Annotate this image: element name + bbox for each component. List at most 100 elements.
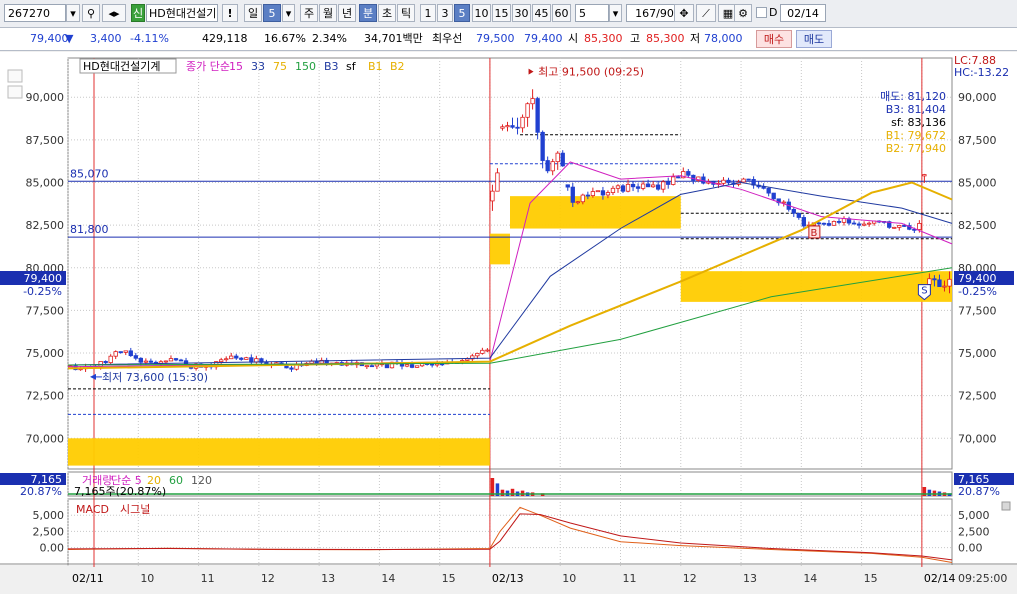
candle-body (143, 360, 149, 363)
candle-body (686, 171, 691, 176)
draw-icon[interactable]: ⟋ (696, 4, 716, 22)
volume-bar (510, 488, 515, 496)
quote-bar: 79,400 ▼ 3,400 -4.11% 429,118 16.67% 2.3… (0, 28, 1017, 51)
stock-name-field[interactable]: HD현대건설기 (146, 4, 218, 22)
search-icon[interactable]: ⚲ (82, 4, 100, 22)
period-dropdown-icon[interactable]: ▾ (282, 4, 295, 22)
quote-low: 78,000 (704, 32, 743, 45)
candle-body (133, 355, 138, 359)
candle-body (615, 185, 621, 189)
candle-body (635, 186, 641, 189)
candle-body (404, 364, 410, 367)
legend-item-5: B3 (324, 60, 339, 73)
candle-body (510, 125, 515, 128)
candle-body (540, 131, 545, 161)
x-tick-label: 15 (864, 572, 878, 585)
candle-body (475, 352, 480, 357)
candle-body (942, 285, 947, 288)
candle-body (656, 184, 661, 190)
period-day[interactable]: 일 (244, 4, 262, 22)
min-3[interactable]: 3 (437, 4, 453, 22)
sell-button[interactable]: 매도 (796, 30, 832, 48)
macd-tick-right: 5,000 (958, 509, 990, 522)
chart-svg[interactable]: 90,000 90,000 87,500 87,500 85,000 85,000 82,5… (0, 52, 1017, 591)
date-input[interactable]: 02/14 (780, 4, 826, 22)
volume-pct-right: 20.87% (958, 485, 1000, 498)
quote-change-pct: -4.11% (130, 32, 169, 45)
min-15[interactable]: 15 (492, 4, 511, 22)
min-60[interactable]: 60 (552, 4, 571, 22)
x-tick-label: 13 (321, 572, 335, 585)
candle-body (173, 358, 179, 361)
current-price-right: 79,400 (958, 272, 997, 285)
legend-item-0: 종가 단순 (186, 60, 230, 73)
sell-value: 매도: 81,120 (880, 90, 946, 103)
alert-button[interactable]: ! (222, 4, 238, 22)
y-tick-right: 90,000 (958, 91, 997, 104)
min-10[interactable]: 10 (472, 4, 491, 22)
min-5[interactable]: 5 (454, 4, 470, 22)
prev-next-icon[interactable]: ◂▸ (102, 4, 126, 22)
min-30[interactable]: 30 (512, 4, 531, 22)
y-tick-right: 75,000 (958, 347, 997, 360)
volume-bar (500, 489, 505, 496)
candle-body (224, 358, 229, 361)
cloud-band-3 (680, 271, 952, 302)
period-year[interactable]: 년 (338, 4, 356, 22)
candle-body (550, 161, 555, 172)
quote-change: 3,400 (90, 32, 122, 45)
quote-other-pct: 2.34% (312, 32, 347, 45)
candle-body (369, 365, 375, 368)
period-tick[interactable]: 틱 (397, 4, 415, 22)
candle-body (364, 365, 370, 368)
chart-area[interactable]: 90,000 90,000 87,500 87,500 85,000 85,000 82,5… (0, 52, 1017, 591)
macd-legend-macd: MACD (76, 503, 109, 516)
candle-body (580, 194, 585, 203)
y-tick-right: 77,500 (958, 304, 997, 317)
min-1[interactable]: 1 (420, 4, 436, 22)
legend-item-2: 33 (251, 60, 265, 73)
min-45[interactable]: 45 (532, 4, 551, 22)
level-label-0: 85,070 (70, 167, 109, 180)
cloud-band-0 (68, 438, 490, 466)
period-month[interactable]: 월 (319, 4, 337, 22)
count-input[interactable]: 5 (575, 4, 609, 22)
candle-body (505, 125, 510, 128)
buy-button[interactable]: 매수 (756, 30, 792, 48)
y-tick-right: 82,500 (958, 219, 997, 232)
code-dropdown-icon[interactable]: ▾ (66, 4, 80, 22)
volume-legend-4: 120 (191, 474, 212, 487)
macd-panel (67, 498, 953, 568)
period-week[interactable]: 주 (300, 4, 318, 22)
macd-tick-right: 2,500 (958, 525, 990, 538)
high-annotation: 최고 91,500 (09:25) (538, 66, 644, 79)
period-5[interactable]: 5 (263, 4, 281, 22)
candle-body (168, 358, 174, 362)
period-minute[interactable]: 분 (359, 4, 377, 22)
indicator-icon[interactable]: ✥ (674, 4, 694, 22)
count-dropdown-icon[interactable]: ▾ (609, 4, 622, 22)
date-checkbox[interactable] (756, 7, 767, 18)
sf-value: sf: 83,136 (891, 116, 946, 129)
candle-body (485, 349, 490, 352)
candle-body (671, 176, 676, 185)
period-second[interactable]: 초 (378, 4, 396, 22)
candle-body (726, 179, 731, 184)
candle-body (565, 184, 570, 188)
candle-body (947, 278, 952, 287)
candle-body (816, 222, 822, 225)
candle-body (515, 126, 520, 129)
candle-body (384, 363, 390, 369)
level-label-1: 81,800 (70, 223, 109, 236)
x-tick-label: 12 (261, 572, 275, 585)
x-tick-label: 12 (683, 572, 697, 585)
cloud-band-2 (510, 196, 681, 229)
buy-marker-label: B (810, 228, 817, 239)
stock-code-input[interactable]: 267270 (4, 4, 66, 22)
current-price-left: 79,400 (24, 272, 63, 285)
gear-icon[interactable]: ⚙ (734, 4, 752, 22)
candle-body (826, 223, 832, 226)
y-tick-left: 75,000 (26, 347, 65, 360)
candle-body (821, 222, 827, 225)
macd-tick-left: 5,000 (33, 509, 65, 522)
